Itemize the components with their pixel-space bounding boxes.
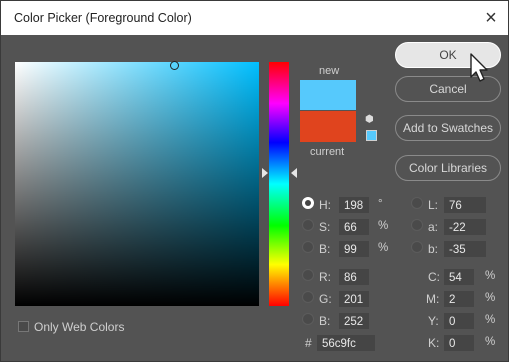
- only-web-colors-label: Only Web Colors: [34, 320, 125, 334]
- current-color-swatch[interactable]: [300, 111, 356, 142]
- red-input[interactable]: 86: [339, 269, 369, 285]
- hex-input[interactable]: 56c9fc: [317, 335, 375, 351]
- hue-slider-right-handle[interactable]: [291, 168, 297, 178]
- saturation-radio[interactable]: [302, 219, 314, 231]
- color-libraries-button[interactable]: Color Libraries: [395, 155, 501, 181]
- black-unit: %: [485, 336, 496, 348]
- close-icon[interactable]: ×: [478, 5, 504, 31]
- blue-input[interactable]: 252: [339, 313, 369, 329]
- yellow-label: Y:: [428, 314, 439, 328]
- a-channel-radio[interactable]: [411, 219, 423, 231]
- add-to-swatches-button[interactable]: Add to Swatches: [395, 115, 501, 141]
- lightness-input[interactable]: 76: [444, 197, 486, 213]
- saturation-input[interactable]: 66: [339, 219, 369, 235]
- hue-input[interactable]: 198: [339, 197, 369, 213]
- a-channel-label: a:: [428, 220, 439, 234]
- new-color-label: new: [319, 65, 340, 77]
- blue-label: B:: [319, 314, 331, 328]
- red-radio[interactable]: [302, 269, 314, 281]
- cyan-input[interactable]: 54: [444, 269, 474, 285]
- hue-label: H:: [319, 198, 331, 212]
- cyan-unit: %: [485, 270, 496, 282]
- magenta-unit: %: [485, 292, 496, 304]
- title-bar: Color Picker (Foreground Color) ×: [1, 1, 508, 35]
- a-channel-input[interactable]: -22: [444, 219, 486, 235]
- brightness-input[interactable]: 99: [339, 241, 369, 257]
- green-label: G:: [319, 292, 332, 306]
- saturation-brightness-field[interactable]: [15, 62, 259, 306]
- b-channel-label: b:: [428, 242, 439, 256]
- yellow-input[interactable]: 0: [444, 313, 474, 329]
- b-channel-radio[interactable]: [411, 241, 423, 253]
- current-color-label: current: [310, 146, 345, 158]
- green-input[interactable]: 201: [339, 291, 369, 307]
- color-picker-dialog: Color Picker (Foreground Color) × new cu…: [0, 0, 509, 362]
- hue-slider-left-handle[interactable]: [262, 168, 268, 178]
- hue-slider[interactable]: [269, 62, 289, 306]
- cyan-label: C:: [428, 270, 440, 284]
- green-radio[interactable]: [302, 291, 314, 303]
- saturation-label: S:: [319, 220, 331, 234]
- new-color-swatch: [300, 80, 356, 110]
- dialog-title: Color Picker (Foreground Color): [14, 11, 192, 25]
- brightness-unit: %: [378, 242, 389, 254]
- mouse-pointer-icon: [470, 53, 488, 82]
- 3d-cube-icon[interactable]: ⬢: [365, 115, 375, 125]
- magenta-input[interactable]: 2: [444, 291, 474, 307]
- b-channel-input[interactable]: -35: [444, 241, 486, 257]
- lightness-radio[interactable]: [411, 197, 423, 209]
- red-label: R:: [319, 270, 331, 284]
- brightness-radio[interactable]: [302, 241, 314, 253]
- yellow-unit: %: [485, 314, 496, 326]
- web-safe-color-swatch[interactable]: [366, 130, 377, 141]
- brightness-label: B:: [319, 242, 331, 256]
- blue-radio[interactable]: [302, 313, 314, 325]
- lightness-label: L:: [428, 198, 439, 212]
- hex-label: #: [305, 336, 312, 350]
- black-label: K:: [428, 336, 440, 350]
- black-input[interactable]: 0: [444, 335, 474, 351]
- saturation-unit: %: [378, 220, 389, 232]
- color-selector-ring[interactable]: [170, 61, 179, 70]
- hue-radio[interactable]: [302, 197, 314, 209]
- only-web-colors-checkbox[interactable]: [18, 321, 29, 332]
- hue-unit: °: [378, 198, 383, 210]
- magenta-label: M:: [426, 292, 440, 306]
